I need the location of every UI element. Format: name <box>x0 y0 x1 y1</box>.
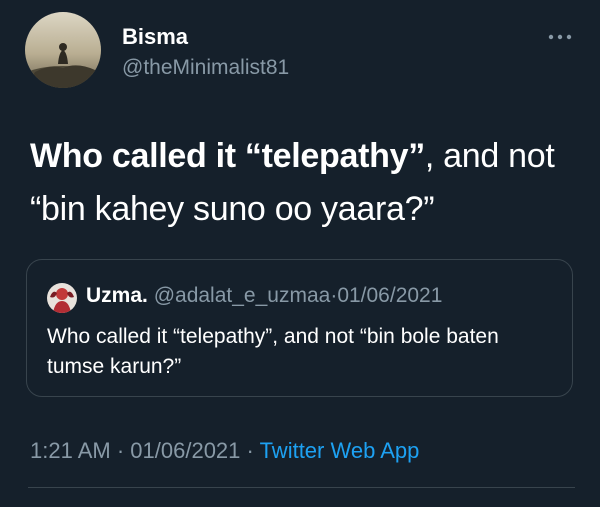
tweet-text: Who called it “telepathy”, and not “bin … <box>30 130 575 236</box>
quoted-author-avatar <box>47 283 77 313</box>
tweet-footer: 1:21 AM · 01/06/2021 · Twitter Web App <box>30 438 419 464</box>
quoted-author-name: Uzma. <box>86 284 148 307</box>
more-options-button[interactable] <box>540 24 580 50</box>
quoted-avatar-photo <box>47 283 77 313</box>
quoted-author-handle: @adalat_e_uzmaa <box>153 284 331 307</box>
tweet-detail: Bisma @theMinimalist81 Who called it “te… <box>0 0 600 507</box>
author-avatar[interactable] <box>25 12 101 88</box>
footer-separator: · <box>116 438 125 463</box>
divider <box>28 487 575 488</box>
quoted-tweet-date: 01/06/2021 <box>337 284 443 307</box>
tweet-text-bold: Who called it “telepathy” <box>30 137 425 175</box>
more-horizontal-icon <box>548 34 572 40</box>
quoted-tweet-header: Uzma. @adalat_e_uzmaa·01/06/2021 <box>86 284 442 308</box>
author-handle[interactable]: @theMinimalist81 <box>122 56 289 80</box>
tweet-time[interactable]: 1:21 AM <box>30 438 111 463</box>
avatar-photo <box>25 12 101 88</box>
source-app-link[interactable]: Twitter Web App <box>260 438 420 463</box>
quoted-tweet-text: Who called it “telepathy”, and not “bin … <box>47 325 499 378</box>
tweet-date[interactable]: 01/06/2021 <box>130 438 240 463</box>
quoted-tweet-card[interactable]: Uzma. @adalat_e_uzmaa·01/06/2021 Who cal… <box>26 259 573 397</box>
author-display-name[interactable]: Bisma <box>122 24 188 50</box>
footer-separator-2: · <box>246 438 254 463</box>
